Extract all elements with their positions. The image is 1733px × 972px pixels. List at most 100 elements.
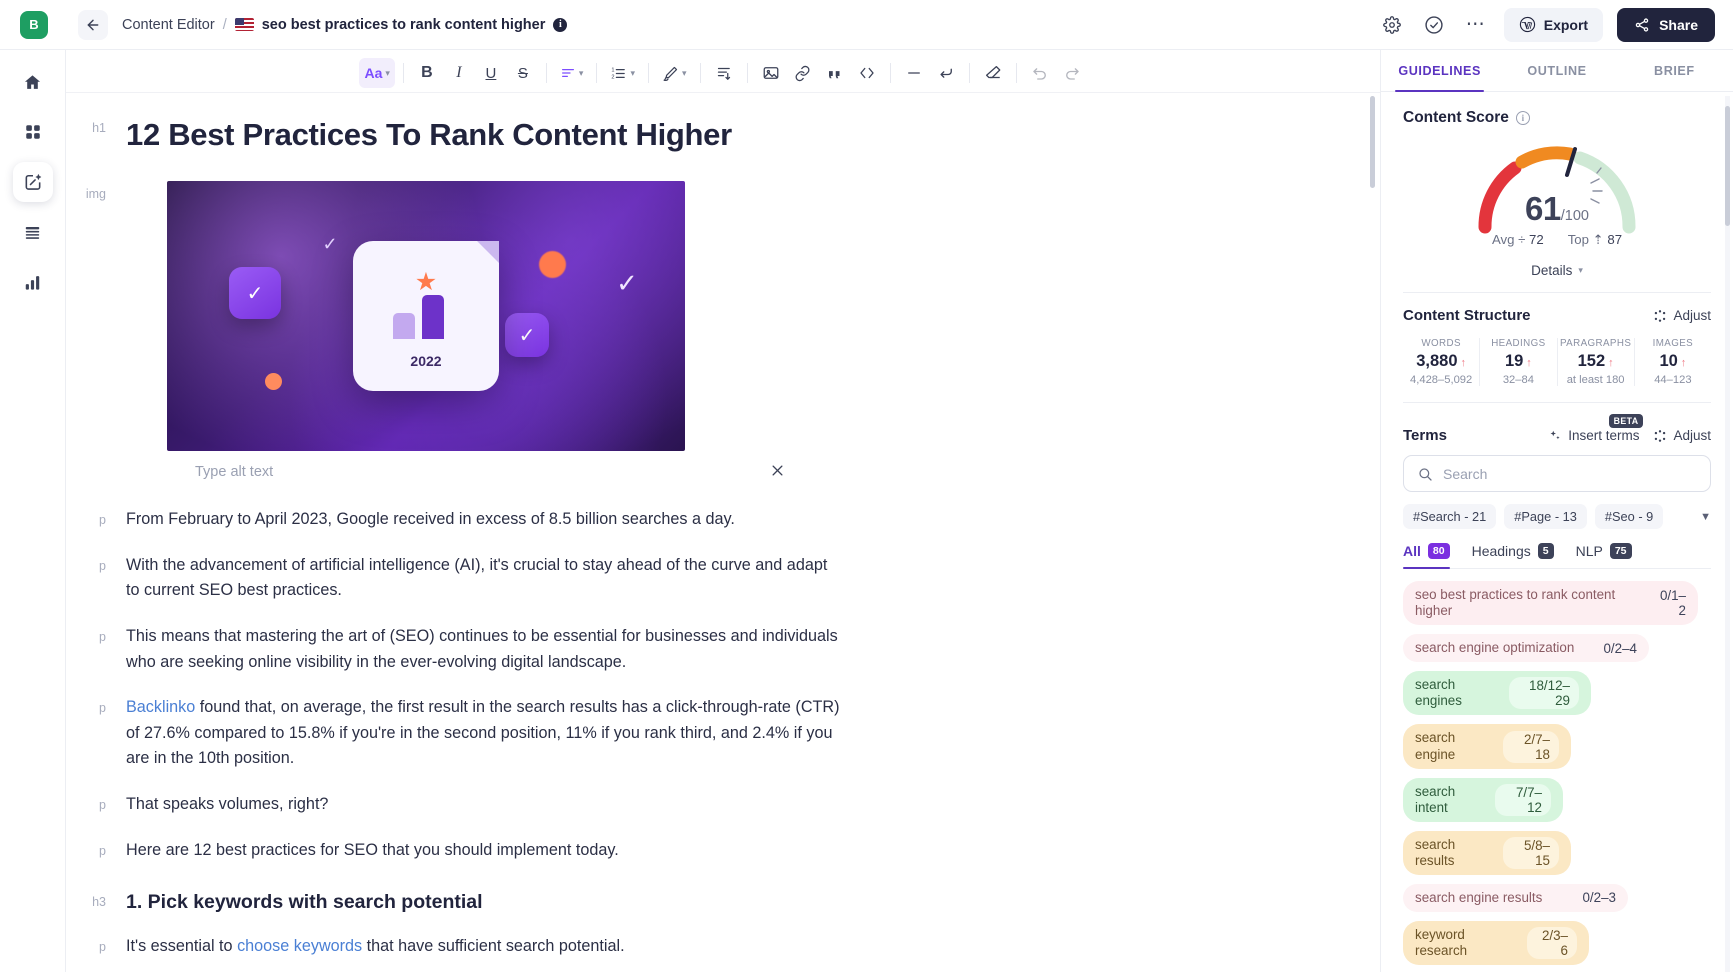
settings-button[interactable]: [1378, 11, 1406, 39]
panel-scrollbar-thumb[interactable]: [1725, 106, 1730, 226]
toolbar-align[interactable]: ▾: [555, 58, 589, 88]
alt-text-input[interactable]: Type alt text: [195, 464, 273, 480]
breadcrumb-root[interactable]: Content Editor: [122, 17, 215, 33]
paragraph-text[interactable]: Here are 12 best practices for SEO that …: [126, 838, 1340, 864]
image-icon: [763, 67, 778, 79]
stat-number: 152: [1577, 352, 1606, 370]
toolbar-font-style[interactable]: Aa ▾: [359, 58, 395, 88]
inline-link-choose-keywords[interactable]: choose keywords: [237, 937, 362, 955]
paragraph-text[interactable]: With the advancement of artificial intel…: [126, 553, 841, 604]
toolbar-underline[interactable]: U: [476, 58, 506, 88]
toolbar-undo[interactable]: [1025, 58, 1055, 88]
export-button[interactable]: Export: [1503, 7, 1604, 42]
status-check-button[interactable]: [1420, 11, 1448, 39]
term-row[interactable]: search results 5/8–15: [1403, 830, 1571, 875]
term-row[interactable]: search intent 7/7–12: [1403, 777, 1563, 822]
details-button[interactable]: Details ▾: [1523, 259, 1591, 282]
segment-nlp[interactable]: NLP 75: [1576, 543, 1632, 568]
tab-guidelines[interactable]: GUIDELINES: [1381, 50, 1498, 92]
hero-image[interactable]: ✓ ✓ ✓ ✓ ★ 2022: [167, 181, 685, 452]
toolbar-clear-format[interactable]: [978, 58, 1008, 88]
trend-up-icon: ↑: [1680, 357, 1687, 369]
hero-bar: [393, 313, 415, 340]
content-structure-adjust-button[interactable]: Adjust: [1653, 308, 1711, 323]
term-row[interactable]: keyword research 2/3–6: [1403, 921, 1589, 966]
chip-seo[interactable]: #Seo - 9: [1594, 504, 1664, 529]
content-structure-title: Content Structure: [1403, 307, 1531, 324]
toolbar-link[interactable]: [788, 58, 818, 88]
paragraph-text[interactable]: That speaks volumes, right?: [126, 792, 1340, 818]
paragraph-rest: found that, on average, the first result…: [126, 698, 840, 768]
term-row[interactable]: search engines 18/12–29: [1403, 671, 1591, 716]
toolbar-highlight[interactable]: ▾: [657, 58, 692, 88]
page-title[interactable]: 12 Best Practices To Rank Content Higher: [126, 115, 1340, 155]
check-badge-icon: ✓: [322, 233, 338, 254]
info-icon[interactable]: i: [553, 17, 568, 32]
chip-page[interactable]: #Page - 13: [1504, 504, 1587, 529]
term-count: 2/3–6: [1526, 927, 1577, 960]
terms-search-box[interactable]: [1403, 455, 1711, 492]
toolbar-line-break[interactable]: [931, 58, 961, 88]
content-score-gauge: 61 /100 Avg ÷ 72 Top ⇡ 87: [1403, 135, 1711, 253]
share-button[interactable]: Share: [1617, 7, 1715, 42]
term-row[interactable]: seo best practices to rank content highe…: [1403, 581, 1698, 626]
editor-scrollbar-thumb[interactable]: [1370, 96, 1375, 188]
chip-search[interactable]: #Search - 21: [1403, 504, 1497, 529]
remove-image-button[interactable]: [770, 463, 785, 481]
paragraph-text[interactable]: This means that mastering the art of (SE…: [126, 624, 841, 675]
rail-item-apps[interactable]: [13, 112, 53, 152]
panel-scrollbar-track[interactable]: [1725, 96, 1730, 972]
rail-item-content-editor[interactable]: [12, 162, 53, 202]
term-row[interactable]: search engine optimization 0/2–4: [1403, 634, 1649, 663]
share-label: Share: [1659, 16, 1698, 33]
paragraph-text[interactable]: It's essential to choose keywords that h…: [126, 934, 1340, 960]
brand-logo[interactable]: B: [20, 10, 48, 39]
toolbar-insert-section[interactable]: [709, 58, 739, 88]
panel-body: Content Score i 61 /100 Avg ÷ 72 Top ⇡ 8…: [1381, 92, 1733, 972]
toolbar-horizontal-rule[interactable]: [899, 58, 929, 88]
back-button[interactable]: [78, 9, 108, 40]
section-heading[interactable]: 1. Pick keywords with search potential: [126, 891, 1340, 914]
terms-search-input[interactable]: [1443, 465, 1697, 482]
rail-item-analytics[interactable]: [13, 262, 53, 302]
paragraph-text[interactable]: From February to April 2023, Google rece…: [126, 507, 1340, 533]
toolbar-bold[interactable]: B: [412, 58, 442, 88]
toolbar-redo[interactable]: [1057, 58, 1087, 88]
term-name: search intent: [1415, 783, 1456, 815]
segment-count: 75: [1609, 543, 1632, 560]
term-row[interactable]: search engine 2/7–18: [1403, 724, 1571, 769]
insert-terms-button[interactable]: BETA Insert terms: [1548, 414, 1644, 443]
rail-item-outlines[interactable]: [13, 212, 53, 252]
term-row[interactable]: search engine results 0/2–3: [1403, 883, 1628, 912]
segment-headings[interactable]: Headings 5: [1472, 543, 1554, 568]
inline-link-backlinko[interactable]: Backlinko: [126, 698, 195, 716]
paragraph-text[interactable]: Backlinko found that, on average, the fi…: [126, 695, 841, 772]
toolbar-strikethrough[interactable]: S: [508, 58, 538, 88]
toolbar-quote[interactable]: [820, 58, 850, 88]
toolbar-italic[interactable]: I: [444, 58, 474, 88]
rail-item-home[interactable]: [13, 62, 53, 102]
stat-range: 4,428–5,092: [1410, 374, 1473, 386]
doc-block-body: 12 Best Practices To Rank Content Higher: [126, 115, 1340, 155]
doc-block-h3: h3 1. Pick keywords with search potentia…: [66, 889, 1380, 914]
chevron-down-icon[interactable]: ▼: [1700, 511, 1711, 523]
toolbar-divider: [699, 63, 701, 83]
toolbar-image[interactable]: [756, 58, 786, 88]
term-count: 0/2–4: [1603, 640, 1637, 656]
terms-adjust-button[interactable]: Adjust: [1653, 428, 1711, 443]
toolbar-code[interactable]: [852, 58, 882, 88]
more-options-button[interactable]: ⋯: [1462, 11, 1490, 39]
segment-all[interactable]: All 80: [1403, 543, 1450, 570]
trend-up-icon: ↑: [1460, 357, 1467, 369]
tab-brief[interactable]: BRIEF: [1616, 50, 1733, 91]
doc-block-paragraph-with-link: p Backlinko found that, on average, the …: [66, 695, 1380, 772]
term-name: search engine optimization: [1415, 640, 1575, 656]
document-canvas[interactable]: h1 12 Best Practices To Rank Content Hig…: [66, 93, 1380, 972]
term-count: 18/12–29: [1509, 677, 1579, 710]
toolbar-ordered-list[interactable]: 1 2 ▾: [605, 58, 640, 88]
top-bar: B Content Editor / seo best practices to…: [0, 0, 1733, 50]
info-icon[interactable]: i: [1515, 111, 1530, 125]
tab-outline[interactable]: OUTLINE: [1498, 50, 1615, 91]
